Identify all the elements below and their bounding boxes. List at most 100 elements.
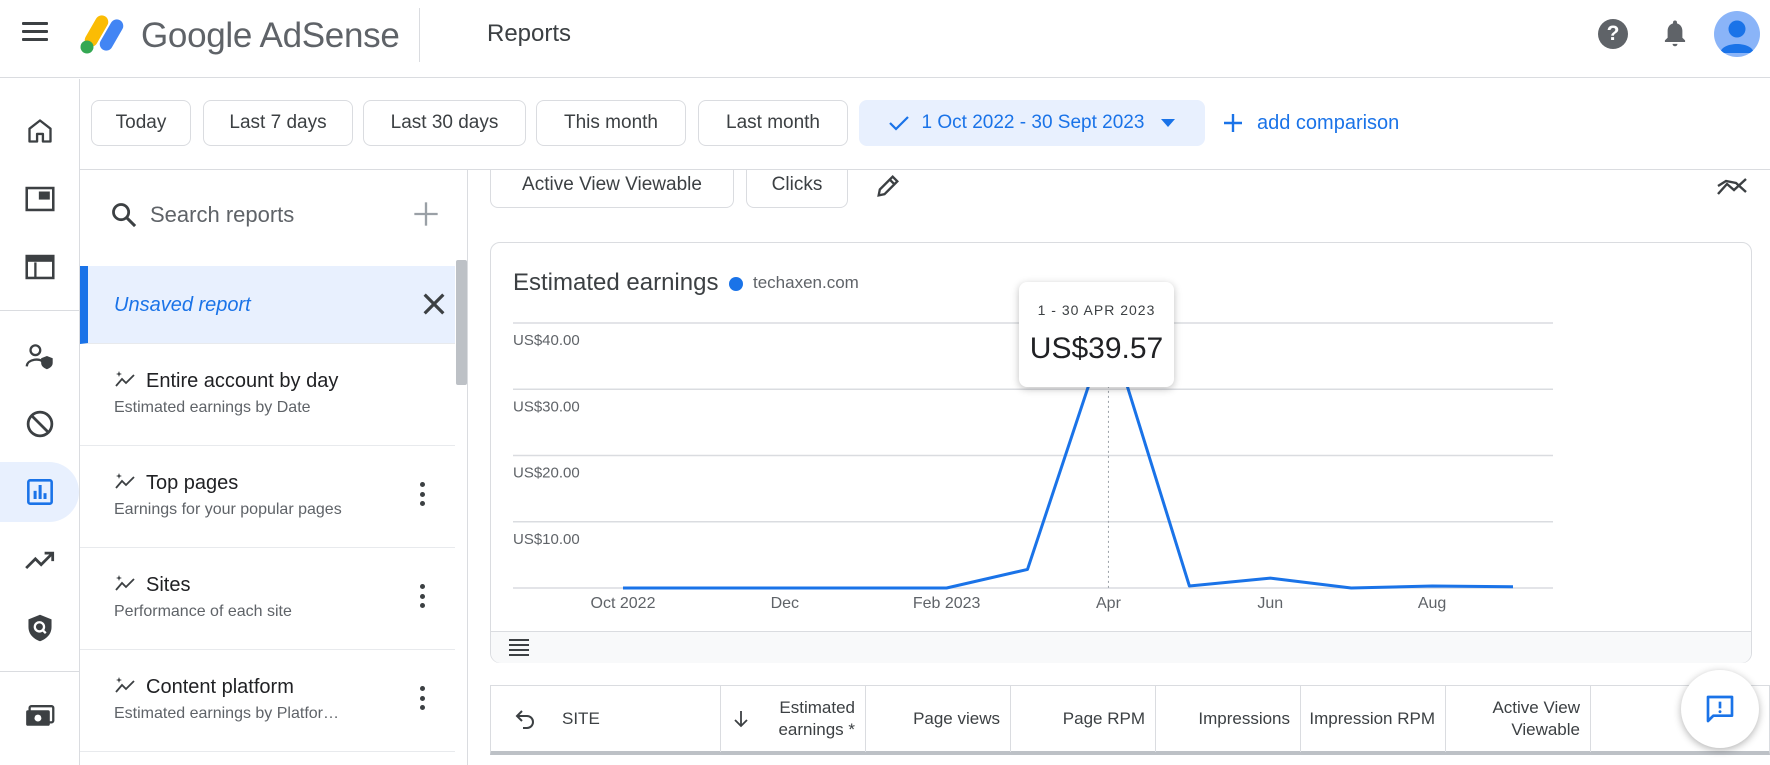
y-tick-label: US$40.00: [513, 332, 580, 349]
nav-reports[interactable]: [0, 462, 79, 522]
column-header-site[interactable]: SITE: [491, 686, 721, 752]
add-comparison-label: add comparison: [1257, 111, 1400, 134]
brand-name: Google AdSense: [141, 16, 400, 55]
more-options-icon[interactable]: [410, 581, 434, 611]
plus-icon: [1224, 114, 1242, 132]
search-icon: [112, 203, 137, 228]
chevron-down-icon: [1161, 119, 1176, 127]
account-avatar[interactable]: [1714, 11, 1760, 57]
report-subtitle: Performance of each site: [114, 603, 292, 620]
column-header-impressions[interactable]: Impressions: [1156, 686, 1301, 752]
x-tick-label: Jun: [1257, 595, 1283, 612]
reports-side-panel: Unsaved report Entire account by day Est…: [80, 170, 468, 765]
sparkle-chart-icon: [115, 473, 135, 489]
column-header-page-rpm[interactable]: Page RPM: [1011, 686, 1156, 752]
nav-sites[interactable]: [0, 169, 79, 229]
x-tick-label: Oct 2022: [591, 595, 656, 612]
column-label: Page RPM: [1062, 709, 1145, 728]
optimization-icon: [24, 551, 54, 570]
earnings-chart-card: Estimated earnings techaxen.com US$10.00…: [490, 242, 1752, 663]
report-subtitle: Estimated earnings by Date: [114, 399, 311, 416]
trend-line-icon[interactable]: [1716, 174, 1748, 198]
report-title: Content platform: [146, 676, 294, 698]
nav-divider: [0, 671, 79, 672]
sort-descending-icon: [734, 711, 748, 728]
privacy-messaging-icon: [25, 344, 53, 370]
date-range-selector[interactable]: 1 Oct 2022 - 30 Sept 2023: [859, 100, 1205, 146]
report-subtitle: Estimated earnings by Platfor…: [114, 705, 339, 722]
chip-today[interactable]: Today: [91, 100, 191, 146]
column-header-impression-rpm[interactable]: Impression RPM: [1301, 686, 1446, 752]
ads-icon: [24, 254, 55, 280]
report-item[interactable]: Content platform Estimated earnings by P…: [80, 650, 455, 752]
chip-last-month[interactable]: Last month: [698, 100, 848, 146]
report-item[interactable]: Entire account by day Estimated earnings…: [80, 344, 455, 446]
new-report-plus-icon[interactable]: [412, 200, 440, 228]
column-label: Page views: [913, 709, 1000, 728]
chip-last-7-days[interactable]: Last 7 days: [203, 100, 353, 146]
avatar-icon: [1720, 20, 1754, 53]
report-title: Entire account by day: [146, 370, 339, 392]
report-item[interactable]: Top pages Earnings for your popular page…: [80, 446, 455, 548]
help-icon[interactable]: ?: [1598, 19, 1628, 49]
report-title: Top pages: [146, 472, 239, 494]
column-label: Active View Viewable: [1492, 698, 1580, 739]
column-label: Impression RPM: [1309, 709, 1435, 728]
home-icon: [27, 119, 52, 143]
sites-icon: [24, 186, 55, 212]
x-tick-label: Apr: [1096, 595, 1122, 612]
tooltip-value: US$39.57: [1029, 332, 1164, 365]
column-label: Impressions: [1198, 709, 1290, 728]
close-icon[interactable]: [418, 288, 450, 320]
reports-icon: [26, 479, 53, 505]
nav-ads[interactable]: [0, 237, 79, 297]
chip-last-30-days[interactable]: Last 30 days: [363, 100, 526, 146]
table-view-icon[interactable]: [509, 639, 529, 656]
x-tick-label: Aug: [1418, 595, 1446, 612]
report-title: Sites: [146, 574, 191, 596]
column-header-estimated-earnings[interactable]: Estimated earnings *: [721, 686, 866, 752]
nav-privacy-messaging[interactable]: [0, 326, 79, 386]
y-tick-label: US$30.00: [513, 398, 580, 415]
tooltip-date: 1 - 30 APR 2023: [1037, 302, 1156, 318]
side-panel-scrollbar[interactable]: [456, 260, 467, 385]
more-options-icon[interactable]: [410, 683, 434, 713]
chart-tooltip: 1 - 30 APR 2023 US$39.57: [1019, 282, 1174, 387]
bell-icon[interactable]: [1660, 18, 1690, 50]
chip-this-month[interactable]: This month: [536, 100, 686, 146]
x-tick-label: Dec: [771, 595, 799, 612]
unsaved-report-item[interactable]: Unsaved report: [80, 266, 455, 344]
page-title: Reports: [487, 20, 572, 47]
metric-chip-active-view-viewable[interactable]: Active View Viewable: [490, 170, 734, 208]
report-main-area: Active View Viewable Clicks Estimated ea…: [469, 170, 1770, 765]
more-options-icon[interactable]: [410, 479, 434, 509]
metric-chip-clicks[interactable]: Clicks: [746, 170, 848, 208]
left-navigation: [0, 79, 80, 765]
add-comparison-button[interactable]: add comparison: [1221, 100, 1399, 146]
y-tick-label: US$10.00: [513, 531, 580, 548]
undo-icon[interactable]: [513, 706, 537, 730]
column-label: SITE: [562, 709, 600, 728]
column-header-page-views[interactable]: Page views: [866, 686, 1011, 752]
column-header-active-view-viewable[interactable]: Active View Viewable: [1446, 686, 1591, 752]
date-filter-bar: Today Last 7 days Last 30 days This mont…: [80, 79, 1770, 170]
top-app-bar: Google AdSense Reports ?: [0, 0, 1770, 78]
nav-divider: [0, 310, 79, 311]
nav-optimization[interactable]: [0, 530, 79, 590]
report-item[interactable]: Sites Performance of each site: [80, 548, 455, 650]
edit-metrics-pencil-icon[interactable]: [874, 172, 902, 200]
x-tick-label: Feb 2023: [913, 595, 981, 612]
search-reports-input[interactable]: [150, 195, 380, 235]
nav-payments[interactable]: [0, 686, 79, 746]
feedback-button[interactable]: [1681, 670, 1759, 748]
nav-home[interactable]: [0, 101, 79, 161]
sparkle-chart-icon: [115, 575, 135, 591]
sparkle-chart-icon: [115, 371, 135, 387]
main-menu-icon[interactable]: [22, 22, 48, 46]
blocking-controls-icon: [26, 410, 53, 438]
nav-policy-center[interactable]: [0, 598, 79, 658]
y-tick-label: US$20.00: [513, 465, 580, 482]
check-icon: [888, 116, 909, 131]
nav-blocking-controls[interactable]: [0, 394, 79, 454]
report-table-header: SITE Estimated earnings * Page views Pag…: [490, 685, 1770, 755]
